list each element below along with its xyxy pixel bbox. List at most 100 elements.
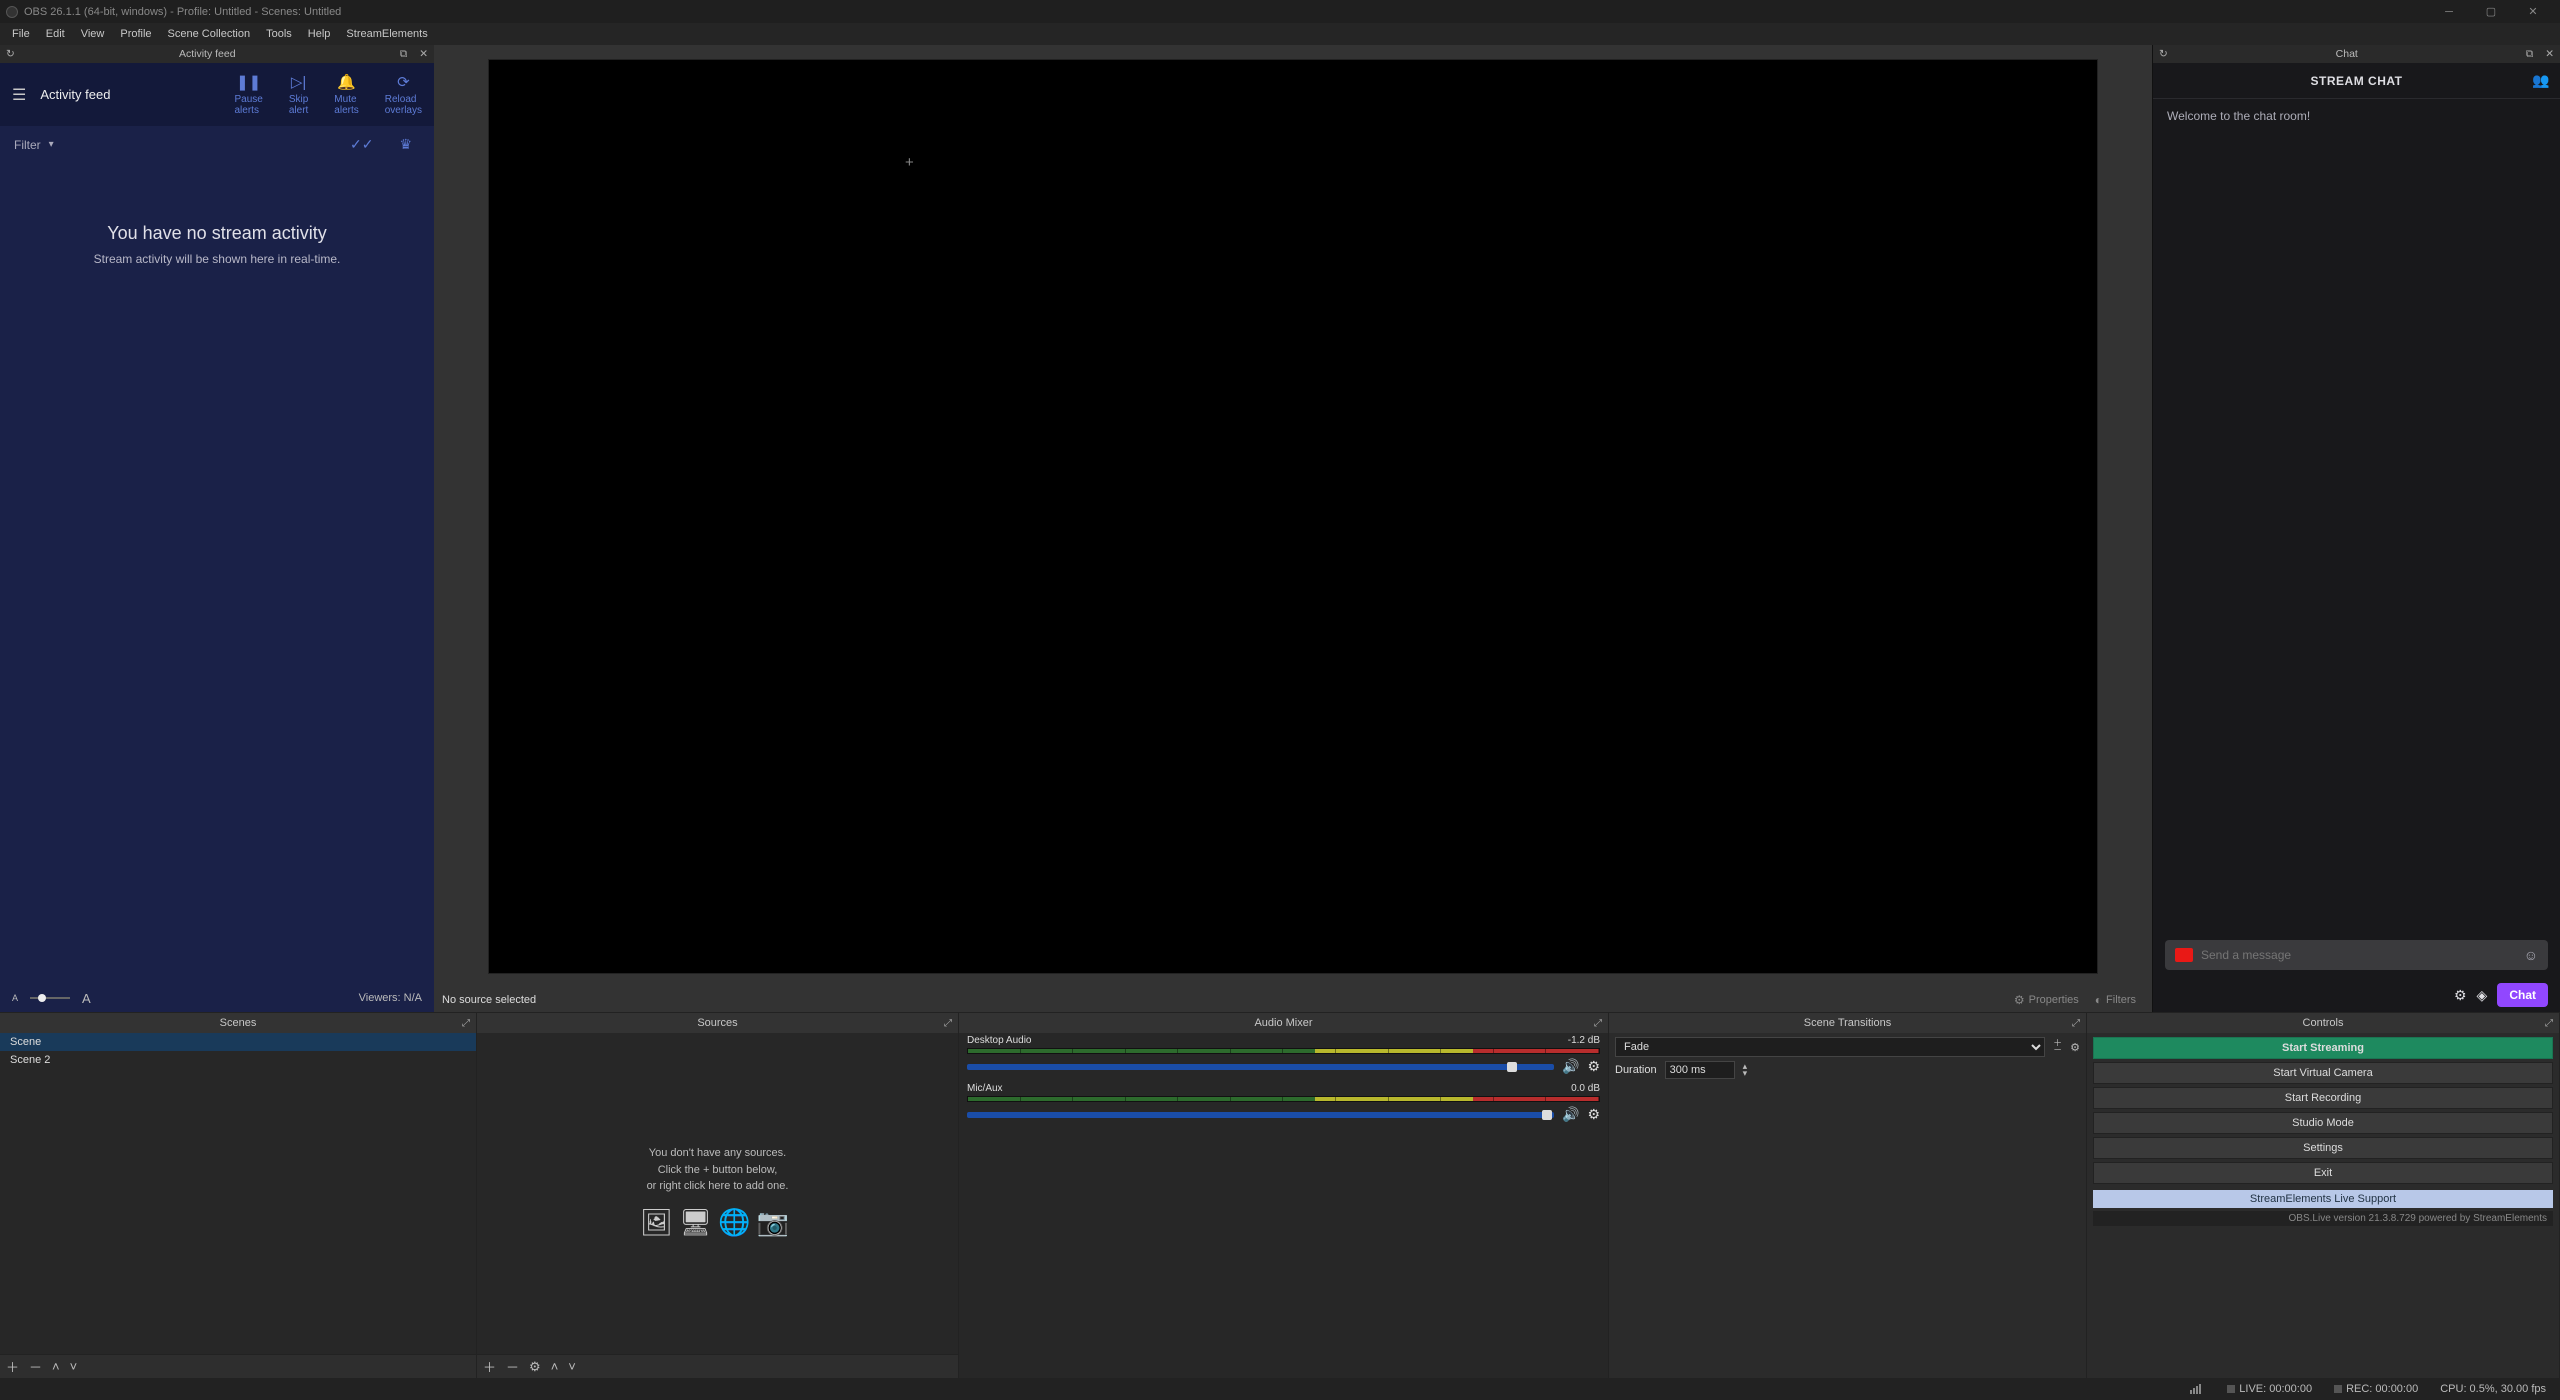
reload-icon[interactable]: ↻ <box>2153 48 2174 60</box>
move-scene-down-button[interactable]: ˅ <box>70 1359 78 1374</box>
title-bar: OBS 26.1.1 (64-bit, windows) - Profile: … <box>0 0 2560 23</box>
track-settings-button[interactable]: ⚙ <box>1587 1106 1600 1123</box>
sources-list[interactable]: You don't have any sources. Click the + … <box>477 1033 958 1354</box>
transition-add-remove[interactable]: ＋－ <box>2053 1040 2062 1054</box>
remove-source-button[interactable]: － <box>506 1357 519 1376</box>
menu-streamelements[interactable]: StreamElements <box>338 25 435 43</box>
remove-scene-button[interactable]: － <box>29 1357 42 1376</box>
sources-icon-row: 🖼🖥🌐📷 <box>640 1203 795 1242</box>
mute-alerts-button[interactable]: 🔔Mute alerts <box>334 73 358 116</box>
reload-overlays-button[interactable]: ⟳Reload overlays <box>385 73 422 116</box>
skip-alert-button[interactable]: ▷|Skip alert <box>289 73 308 116</box>
hamburger-icon[interactable]: ☰ <box>12 85 26 105</box>
emoji-icon[interactable]: ☺ <box>2524 947 2538 963</box>
camera-badge-icon[interactable] <box>2175 948 2193 962</box>
popout-icon[interactable]: ⧉ <box>394 48 414 61</box>
properties-button[interactable]: ⚙Properties <box>2006 991 2087 1009</box>
popout-icon[interactable]: ⧉ <box>2520 48 2540 61</box>
track-settings-button[interactable]: ⚙ <box>1587 1058 1600 1075</box>
menu-profile[interactable]: Profile <box>112 25 159 43</box>
studio-mode-button[interactable]: Studio Mode <box>2093 1112 2553 1134</box>
small-a-icon: A <box>12 993 18 1003</box>
filters-button[interactable]: ◐Filters <box>2087 991 2144 1009</box>
audio-meter <box>967 1048 1600 1054</box>
streamelements-version-label: OBS.Live version 21.3.8.729 powered by S… <box>2093 1211 2553 1226</box>
wave-icon[interactable]: ✓✓ <box>350 136 373 153</box>
menu-help[interactable]: Help <box>300 25 339 43</box>
window-close-button[interactable]: ✕ <box>2512 1 2554 23</box>
chat-dock: ↻ Chat ⧉ ✕ STREAM CHAT 👥 Welcome to the … <box>2152 45 2560 1012</box>
popout-icon[interactable]: ⤢ <box>1594 1018 1602 1029</box>
scene-item[interactable]: Scene 2 <box>0 1051 476 1069</box>
move-source-up-button[interactable]: ˄ <box>551 1359 559 1374</box>
popout-icon[interactable]: ⤢ <box>2072 1018 2080 1029</box>
settings-gear-icon[interactable]: ⚙ <box>2454 987 2467 1004</box>
points-icon[interactable]: ◈ <box>2477 987 2488 1004</box>
chevron-down-icon[interactable]: ▾ <box>49 139 54 150</box>
controls-body: Start Streaming Start Virtual Camera Sta… <box>2087 1033 2559 1230</box>
scenes-list: Scene Scene 2 <box>0 1033 476 1354</box>
globe-icon: 🌐 <box>718 1207 756 1237</box>
menu-edit[interactable]: Edit <box>38 25 73 43</box>
stream-chat-label: STREAM CHAT <box>2311 74 2403 88</box>
sources-footer: ＋ － ⚙ ˄ ˅ <box>477 1354 958 1378</box>
mute-button[interactable]: 🔊 <box>1562 1106 1579 1123</box>
crown-icon[interactable]: ♛ <box>399 136 412 153</box>
settings-button[interactable]: Settings <box>2093 1137 2553 1159</box>
chat-input[interactable] <box>2201 948 2516 962</box>
window-maximize-button[interactable]: ▢ <box>2470 1 2512 23</box>
duration-input[interactable] <box>1665 1061 1735 1079</box>
reload-icon[interactable]: ↻ <box>0 48 21 60</box>
move-scene-up-button[interactable]: ˄ <box>52 1359 60 1374</box>
menu-scene-collection[interactable]: Scene Collection <box>160 25 259 43</box>
pause-icon: ❚❚ <box>236 73 261 91</box>
popout-icon[interactable]: ⤢ <box>944 1018 952 1029</box>
slider-track[interactable] <box>30 997 70 999</box>
users-icon[interactable]: 👥 <box>2532 72 2550 89</box>
preview-canvas[interactable]: + <box>488 59 2098 974</box>
no-source-label: No source selected <box>442 994 536 1006</box>
sources-empty: You don't have any sources. Click the + … <box>477 1033 958 1354</box>
menu-tools[interactable]: Tools <box>258 25 300 43</box>
start-streaming-button[interactable]: Start Streaming <box>2093 1037 2553 1059</box>
dock-close-icon[interactable]: ✕ <box>413 48 434 60</box>
move-source-down-button[interactable]: ˅ <box>568 1359 576 1374</box>
mute-button[interactable]: 🔊 <box>1562 1058 1579 1075</box>
rec-status: REC: 00:00:00 <box>2334 1383 2418 1395</box>
menu-view[interactable]: View <box>73 25 113 43</box>
add-source-button[interactable]: ＋ <box>483 1357 496 1376</box>
start-virtual-camera-button[interactable]: Start Virtual Camera <box>2093 1062 2553 1084</box>
popout-icon[interactable]: ⤢ <box>2545 1018 2553 1029</box>
controls-header: Controls ⤢ <box>2087 1013 2559 1033</box>
streamelements-support-button[interactable]: StreamElements Live Support <box>2093 1190 2553 1208</box>
feed-actions: ❚❚Pause alerts ▷|Skip alert 🔔Mute alerts… <box>234 73 422 116</box>
dock-close-icon[interactable]: ✕ <box>2539 48 2560 60</box>
scene-item[interactable]: Scene <box>0 1033 476 1051</box>
transition-select[interactable]: Fade <box>1615 1037 2045 1057</box>
source-settings-button[interactable]: ⚙ <box>529 1359 541 1375</box>
bell-icon: 🔔 <box>337 73 356 91</box>
sources-panel: Sources ⤢ You don't have any sources. Cl… <box>477 1013 959 1378</box>
menu-file[interactable]: File <box>4 25 38 43</box>
track-name: Mic/Aux <box>967 1083 1003 1094</box>
volume-slider[interactable] <box>967 1112 1554 1118</box>
activity-body: You have no stream activity Stream activ… <box>0 163 434 984</box>
exit-button[interactable]: Exit <box>2093 1162 2553 1184</box>
track-db: 0.0 dB <box>1571 1083 1600 1094</box>
text-size-slider[interactable]: A A <box>12 991 91 1006</box>
transition-settings-button[interactable]: ⚙ <box>2070 1041 2080 1054</box>
window-title: OBS 26.1.1 (64-bit, windows) - Profile: … <box>24 6 341 18</box>
duration-stepper[interactable]: ▴▾ <box>1743 1063 1748 1077</box>
add-scene-button[interactable]: ＋ <box>6 1357 19 1376</box>
chat-send-button[interactable]: Chat <box>2497 983 2548 1007</box>
transitions-header: Scene Transitions ⤢ <box>1609 1013 2086 1033</box>
filter-dropdown[interactable]: Filter <box>14 138 41 152</box>
volume-slider[interactable] <box>967 1064 1554 1070</box>
skip-icon: ▷| <box>291 73 306 91</box>
pause-alerts-button[interactable]: ❚❚Pause alerts <box>234 73 262 116</box>
popout-icon[interactable]: ⤢ <box>462 1018 470 1029</box>
gear-icon: ⚙ <box>2014 993 2025 1007</box>
start-recording-button[interactable]: Start Recording <box>2093 1087 2553 1109</box>
track-name: Desktop Audio <box>967 1035 1032 1046</box>
window-minimize-button[interactable]: ─ <box>2428 1 2470 23</box>
